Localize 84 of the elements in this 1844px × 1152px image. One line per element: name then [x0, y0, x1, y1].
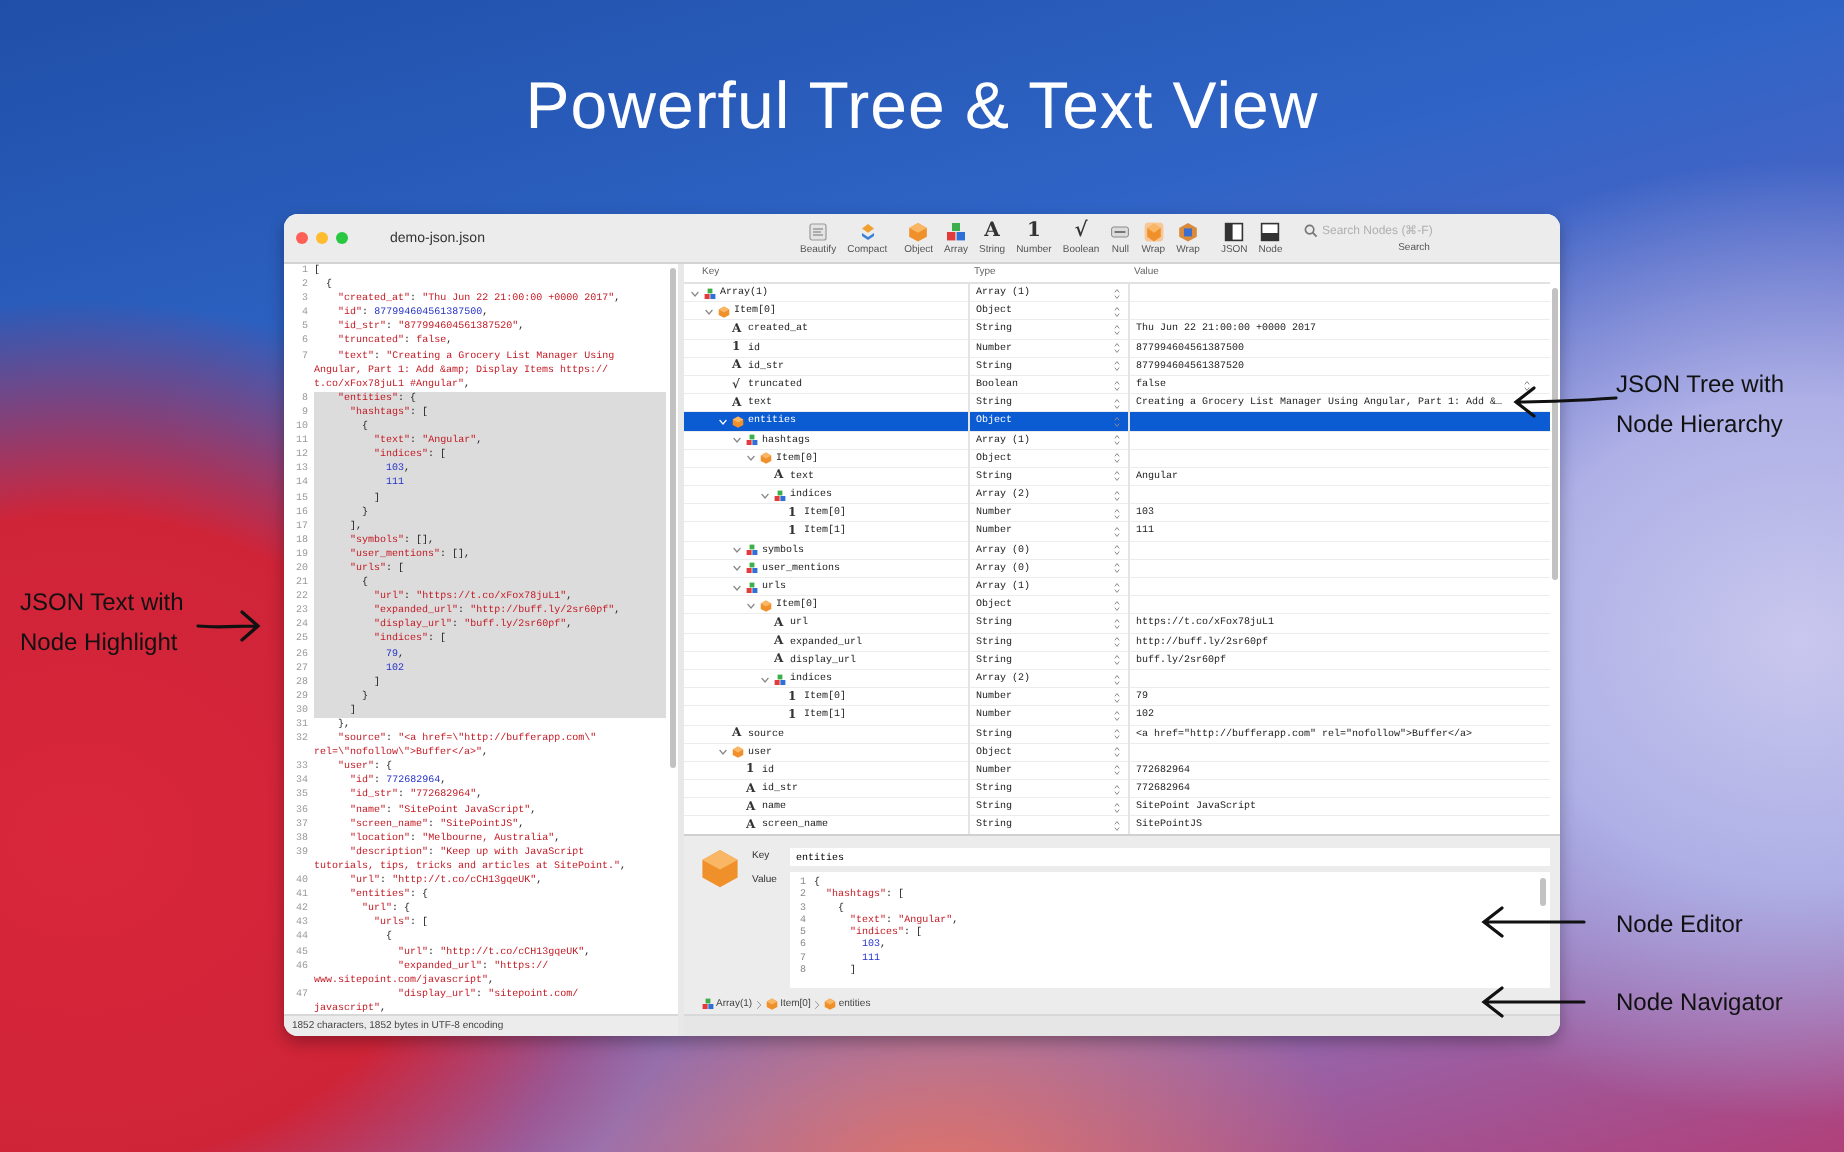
- stepper-icon: [1114, 654, 1120, 667]
- caret-icon[interactable]: [732, 546, 742, 555]
- stepper-icon: [1114, 415, 1120, 428]
- caret-icon[interactable]: [760, 491, 770, 500]
- cube-icon: [700, 848, 740, 888]
- close-light[interactable]: [296, 232, 308, 244]
- stepper-icon: [1114, 526, 1120, 539]
- chevron-icon: [814, 999, 821, 1009]
- caret-icon[interactable]: [732, 436, 742, 445]
- document-icon: [808, 221, 829, 241]
- cube-icon: [732, 415, 744, 428]
- stepper-icon: [1114, 489, 1120, 502]
- stepper-icon: [1114, 507, 1120, 520]
- scrollbar-thumb[interactable]: [1552, 288, 1558, 580]
- scrollbar-thumb[interactable]: [670, 268, 676, 768]
- stepper-icon: [1114, 323, 1120, 336]
- scrollbar-thumb[interactable]: [1540, 878, 1546, 906]
- search-icon: [1304, 224, 1318, 238]
- stepper-icon: [1114, 342, 1120, 355]
- zoom-light[interactable]: [336, 232, 348, 244]
- stepper-icon: [1114, 397, 1120, 410]
- stepper-icon: [1114, 709, 1120, 722]
- stepper-icon: [1114, 562, 1120, 575]
- tag-icon: [1110, 221, 1131, 241]
- stepper-icon: [1524, 379, 1530, 392]
- cube-icon: [766, 998, 779, 1010]
- cube-icon: [824, 998, 837, 1010]
- blocks-icon: [946, 221, 967, 241]
- chevron-icon: [756, 999, 763, 1009]
- blocks-icon: [746, 581, 758, 594]
- stepper-icon: [1114, 783, 1120, 796]
- cube-icon: [1178, 221, 1198, 241]
- stepper-icon: [1114, 636, 1120, 649]
- annotation-text: JSON Tree with Node Hierarchy: [1616, 368, 1785, 442]
- stepper-icon: [1114, 379, 1120, 392]
- panel-icon: [1260, 221, 1281, 241]
- stepper-icon: [1114, 360, 1120, 373]
- stepper-icon: [1114, 691, 1120, 704]
- stepper-icon: [1114, 617, 1120, 630]
- annotation-text: Node Editor: [1616, 908, 1743, 942]
- stepper-icon: [1114, 434, 1120, 447]
- blocks-icon: [746, 562, 758, 575]
- stepper-icon: [1114, 801, 1120, 814]
- stepper-icon: [1114, 673, 1120, 686]
- blocks-icon: [702, 998, 714, 1010]
- annotation-text: JSON Text with Node Highlight: [20, 586, 184, 660]
- blocks-icon: [746, 544, 758, 557]
- cube-icon: [760, 599, 772, 612]
- digit-icon: 1: [1026, 221, 1041, 241]
- blocks-icon: [774, 673, 786, 686]
- pointer-arrow: [194, 610, 262, 642]
- stepper-icon: [1114, 599, 1120, 612]
- stepper-icon: [1114, 764, 1120, 777]
- caret-icon[interactable]: [704, 307, 714, 316]
- layers-icon: [857, 221, 878, 241]
- check-icon: √: [1074, 221, 1088, 241]
- blocks-icon: [704, 287, 716, 300]
- stepper-icon: [1114, 746, 1120, 759]
- sidebar-icon: [1224, 221, 1245, 241]
- blocks-icon: [774, 489, 786, 502]
- cube-icon: [760, 452, 772, 465]
- caret-icon[interactable]: [690, 289, 700, 298]
- cube-icon: [732, 746, 744, 759]
- stepper-icon: [1114, 452, 1120, 465]
- caret-icon[interactable]: [746, 601, 756, 610]
- caret-icon[interactable]: [732, 564, 742, 573]
- caret-icon[interactable]: [732, 583, 742, 592]
- letter-icon: A: [984, 221, 1000, 241]
- cube-icon: [908, 221, 929, 241]
- stepper-icon: [1114, 287, 1120, 300]
- stepper-icon: [1114, 470, 1120, 483]
- blocks-icon: [746, 434, 758, 447]
- page-heading: Powerful Tree & Text View: [523, 68, 1321, 144]
- caret-icon[interactable]: [718, 748, 728, 757]
- stepper-icon: [1114, 305, 1120, 318]
- annotation-text: Node Navigator: [1616, 986, 1783, 1020]
- stepper-icon: [1114, 544, 1120, 557]
- stepper-icon: [1114, 728, 1120, 741]
- stepper-icon: [1114, 581, 1120, 594]
- cube-icon: [718, 305, 730, 318]
- caret-icon[interactable]: [746, 454, 756, 463]
- caret-icon[interactable]: [760, 675, 770, 684]
- cube-icon: [1143, 221, 1164, 241]
- stepper-icon: [1114, 820, 1120, 833]
